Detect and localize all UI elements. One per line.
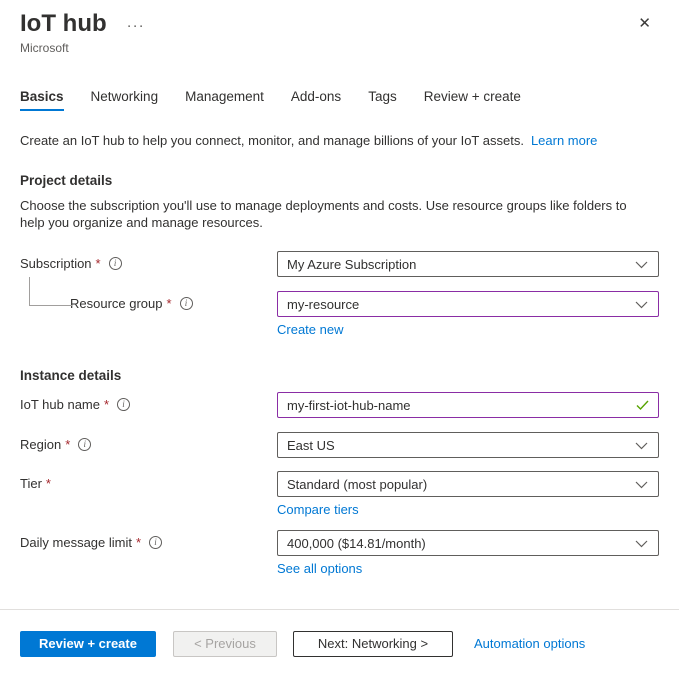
- resource-group-label: Resource group: [70, 296, 163, 311]
- iot-hub-name-input[interactable]: my-first-iot-hub-name: [277, 392, 659, 418]
- region-label: Region: [20, 437, 61, 452]
- region-row: Region * i East US: [0, 432, 679, 458]
- required-marker: *: [46, 476, 51, 491]
- chevron-down-icon: [635, 301, 648, 309]
- required-marker: *: [65, 437, 70, 452]
- compare-tiers-link[interactable]: Compare tiers: [277, 502, 359, 517]
- tier-row: Tier * Standard (most popular) Compare t…: [0, 471, 679, 517]
- project-details-heading: Project details: [0, 173, 679, 188]
- required-marker: *: [104, 397, 109, 412]
- tab-management[interactable]: Management: [185, 89, 264, 111]
- project-details-description: Choose the subscription you'll use to ma…: [0, 197, 660, 231]
- publisher-subtitle: Microsoft: [20, 41, 659, 55]
- daily-message-limit-label: Daily message limit: [20, 535, 132, 550]
- tier-dropdown[interactable]: Standard (most popular): [277, 471, 659, 497]
- subscription-row: Subscription * i My Azure Subscription: [0, 251, 679, 277]
- learn-more-link[interactable]: Learn more: [531, 133, 597, 148]
- intro-text: Create an IoT hub to help you connect, m…: [0, 132, 679, 149]
- see-all-options-link[interactable]: See all options: [277, 561, 362, 576]
- create-new-link[interactable]: Create new: [277, 322, 343, 337]
- required-marker: *: [96, 256, 101, 271]
- subscription-dropdown[interactable]: My Azure Subscription: [277, 251, 659, 277]
- info-icon[interactable]: i: [180, 297, 193, 310]
- chevron-down-icon: [635, 540, 648, 548]
- more-options-icon[interactable]: ···: [127, 17, 145, 31]
- page-title: IoT hub: [20, 10, 107, 38]
- chevron-down-icon: [635, 261, 648, 269]
- blade-header: IoT hub ··· Microsoft: [0, 0, 679, 55]
- iot-hub-name-row: IoT hub name * i my-first-iot-hub-name: [0, 392, 679, 418]
- tab-tags[interactable]: Tags: [368, 89, 397, 111]
- iot-hub-create-blade: ✕ IoT hub ··· Microsoft Basics Networkin…: [0, 0, 679, 677]
- nesting-connector-line: [29, 277, 72, 306]
- region-dropdown[interactable]: East US: [277, 432, 659, 458]
- resource-group-dropdown[interactable]: my-resource: [277, 291, 659, 317]
- previous-button: < Previous: [173, 631, 277, 657]
- wizard-footer: Review + create < Previous Next: Network…: [0, 609, 679, 677]
- tab-basics[interactable]: Basics: [20, 89, 64, 111]
- instance-details-heading: Instance details: [0, 368, 679, 383]
- daily-message-limit-row: Daily message limit * i 400,000 ($14.81/…: [0, 530, 679, 576]
- info-icon[interactable]: i: [78, 438, 91, 451]
- chevron-down-icon: [635, 442, 648, 450]
- tier-label: Tier: [20, 476, 42, 491]
- required-marker: *: [167, 296, 172, 311]
- tab-review-create[interactable]: Review + create: [424, 89, 521, 111]
- info-icon[interactable]: i: [149, 536, 162, 549]
- valid-check-icon: [636, 400, 649, 411]
- subscription-label: Subscription: [20, 256, 92, 271]
- review-create-button[interactable]: Review + create: [20, 631, 156, 657]
- info-icon[interactable]: i: [117, 398, 130, 411]
- info-icon[interactable]: i: [109, 257, 122, 270]
- automation-options-link[interactable]: Automation options: [474, 636, 585, 651]
- iot-hub-name-label: IoT hub name: [20, 397, 100, 412]
- wizard-tabs: Basics Networking Management Add-ons Tag…: [0, 89, 679, 111]
- tab-networking[interactable]: Networking: [91, 89, 159, 111]
- resource-group-row: Resource group * i my-resource Create ne…: [0, 291, 679, 337]
- tab-add-ons[interactable]: Add-ons: [291, 89, 341, 111]
- next-networking-button[interactable]: Next: Networking >: [293, 631, 453, 657]
- required-marker: *: [136, 535, 141, 550]
- chevron-down-icon: [635, 481, 648, 489]
- daily-message-limit-dropdown[interactable]: 400,000 ($14.81/month): [277, 530, 659, 556]
